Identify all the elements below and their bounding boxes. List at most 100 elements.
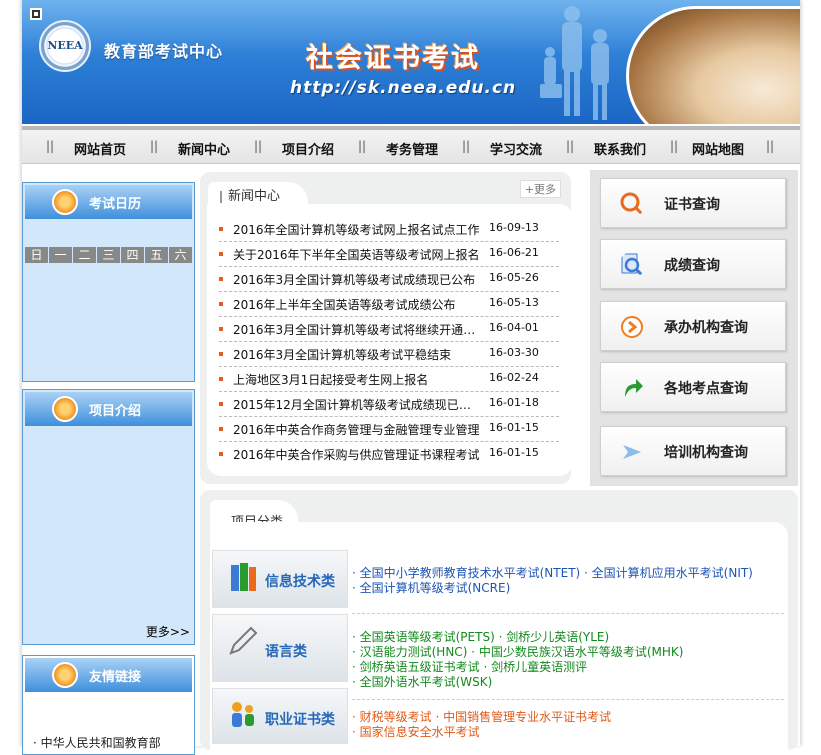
nav-contact[interactable]: 联系我们 [594,139,646,158]
weekday-thu: 四 [121,247,144,263]
writing-hand-photo [626,6,800,124]
books-icon [231,563,256,591]
category-it-links: · 全国中小学教师教育技术水平考试(NTET) · 全国计算机应用水平考试(NI… [352,566,784,614]
news-list: 2016年全国计算机等级考试网上报名试点工作 16-09-13 关于2016年下半… [207,204,573,476]
news-item-date: 16-03-30 [489,346,539,359]
nav-study[interactable]: 学习交流 [490,139,542,158]
exam-site-query-label: 各地考点查询 [664,381,748,397]
friend-links-header: 友情链接 [25,658,192,692]
category-language-links: · 全国英语等级考试(PETS) · 剑桥少儿英语(YLE) · 汉语能力测试(… [352,630,784,700]
project-link[interactable]: · 财税等级考试 · 中国销售管理专业水平证书考试 [352,710,784,725]
news-item[interactable]: 上海地区3月1日起接受考生网上报名 16-02-24 [219,367,559,392]
neea-logo[interactable]: NEEA [39,20,91,72]
project-link[interactable]: · 剑桥英语五级证书考试 · 剑桥儿童英语测评 [352,660,784,675]
friend-link-item[interactable]: · 中华人民共和国教育部 [33,734,161,751]
calendar-header: 考试日历 [25,185,192,219]
news-item-title[interactable]: 2016年3月全国计算机等级考试平稳结束 [233,346,481,363]
news-item[interactable]: 2016年中英合作采购与供应管理证书课程考试 16-01-15 [219,442,559,467]
category-vocational-links: · 财税等级考试 · 中国销售管理专业水平证书考试 · 国家信息安全水平考试 [352,710,784,746]
news-item[interactable]: 关于2016年下半年全国英语等级考试网上报名 16-06-21 [219,242,559,267]
logo-text: NEEA [47,39,83,52]
project-link[interactable]: · 全国英语等级考试(PETS) · 剑桥少儿英语(YLE) [352,630,784,645]
organizer-query-button[interactable]: 承办机构查询 [600,301,786,351]
news-item[interactable]: 2016年3月全国计算机等级考试平稳结束 16-03-30 [219,342,559,367]
weekday-mon: 一 [49,247,72,263]
business-people-silhouette-icon [540,6,609,120]
organizer-query-label: 承办机构查询 [664,320,748,336]
project-intro-icon [52,396,78,422]
project-link[interactable]: · 全国计算机等级考试(NCRE) [352,581,784,596]
weekday-tue: 二 [73,247,96,263]
news-item-date: 16-05-26 [489,271,539,284]
news-item-date: 16-04-01 [489,321,539,334]
calendar-weekdays: 日 一 二 三 四 五 六 [25,247,193,263]
calendar-icon [52,189,78,215]
news-item[interactable]: 2015年12月全国计算机等级考试成绩现已公布 16-01-18 [219,392,559,417]
news-item[interactable]: 2016年3月全国计算机等级考试将继续开通证书 16-04-01 [219,317,559,342]
exam-site-query-button[interactable]: 各地考点查询 [600,362,786,412]
news-item-date: 16-06-21 [489,246,539,259]
weekday-sun: 日 [25,247,48,263]
news-item[interactable]: 2016年3月全国计算机等级考试成绩现已公布 16-05-26 [219,267,559,292]
nav-exam-management[interactable]: 考务管理 [386,139,438,158]
calendar-title: 考试日历 [89,197,142,212]
quick-query-panel: 证书查询 成绩查询 承办机构查询 各地考点查询 培训机构查询 [590,170,798,486]
news-item-date: 16-02-24 [489,371,539,384]
people-icon [232,702,254,727]
news-item-title[interactable]: 2016年全国计算机等级考试网上报名试点工作 [233,221,481,238]
news-item-title[interactable]: 2016年中英合作商务管理与金融管理专业管理 [233,421,481,438]
news-item-title[interactable]: 2016年3月全国计算机等级考试成绩现已公布 [233,271,481,288]
news-item-title[interactable]: 2015年12月全国计算机等级考试成绩现已公布 [233,396,481,413]
score-query-label: 成绩查询 [664,258,720,274]
news-title: 新闻中心 [220,190,280,203]
certificate-query-button[interactable]: 证书查询 [600,178,786,228]
nav-sitemap[interactable]: 网站地图 [692,139,744,158]
news-item-date: 16-01-18 [489,396,539,409]
news-more-link[interactable]: +更多 [519,180,561,198]
arrow-circle-icon [621,316,643,338]
news-item-title[interactable]: 2016年上半年全国英语等级考试成绩公布 [233,296,481,313]
green-arrow-icon [625,379,643,397]
project-intro-more-link[interactable]: 更多>> [146,623,190,640]
project-link[interactable]: · 汉语能力测试(HNC) · 中国少数民族汉语水平等级考试(MHK) [352,645,784,660]
news-item-date: 16-09-13 [489,221,539,234]
project-intro-header: 项目介绍 [25,392,192,426]
project-intro-title: 项目介绍 [89,404,142,419]
window-control-icon[interactable] [30,8,42,20]
news-item-title[interactable]: 2016年3月全国计算机等级考试将继续开通证书 [233,321,481,338]
score-query-button[interactable]: 成绩查询 [600,239,786,289]
pointer-arrow-icon [623,445,641,459]
news-item-date: 16-01-15 [489,421,539,434]
magnifier-globe-icon [620,192,645,217]
project-intro-panel: 项目介绍 更多>> [22,389,195,645]
category-vocational-label: 职业证书类 [265,712,335,728]
nav-home[interactable]: 网站首页 [74,139,126,158]
project-link[interactable]: · 国家信息安全水平考试 [352,725,784,740]
site-url: http://sk.neea.edu.cn [290,78,517,98]
nav-news[interactable]: 新闻中心 [178,139,230,158]
project-category-panel: 项目分类 信息技术类 · 全国中小学教师教育技术水平考试(NTET) · 全国计… [200,490,798,752]
nav-projects[interactable]: 项目介绍 [282,139,334,158]
magnifier-document-icon [621,253,645,278]
project-category-list: 信息技术类 · 全国中小学教师教育技术水平考试(NTET) · 全国计算机应用水… [210,522,788,752]
project-link[interactable]: · 全国外语水平考试(WSK) [352,675,784,690]
friend-links-panel: 友情链接 · 中华人民共和国教育部 [22,655,195,755]
news-item-title[interactable]: 关于2016年下半年全国英语等级考试网上报名 [233,246,481,263]
category-language[interactable]: 语言类 [212,614,348,682]
category-it[interactable]: 信息技术类 [212,550,348,608]
news-item-date: 16-01-15 [489,446,539,459]
news-item-title[interactable]: 2016年中英合作采购与供应管理证书课程考试 [233,446,481,463]
news-item-title[interactable]: 上海地区3月1日起接受考生网上报名 [233,371,481,388]
news-item[interactable]: 2016年中英合作商务管理与金融管理专业管理 16-01-15 [219,417,559,442]
exam-calendar-panel: 考试日历 日 一 二 三 四 五 六 [22,182,195,382]
weekday-wed: 三 [97,247,120,263]
friend-links-icon [52,662,78,688]
weekday-sat: 六 [169,247,192,263]
site-title: 社会证书考试 [306,43,480,74]
category-vocational[interactable]: 职业证书类 [212,688,348,744]
project-link[interactable]: · 全国中小学教师教育技术水平考试(NTET) · 全国计算机应用水平考试(NI… [352,566,784,581]
training-query-button[interactable]: 培训机构查询 [600,426,786,476]
news-item[interactable]: 2016年全国计算机等级考试网上报名试点工作 16-09-13 [219,217,559,242]
news-item[interactable]: 2016年上半年全国英语等级考试成绩公布 16-05-13 [219,292,559,317]
certificate-query-label: 证书查询 [664,197,720,213]
